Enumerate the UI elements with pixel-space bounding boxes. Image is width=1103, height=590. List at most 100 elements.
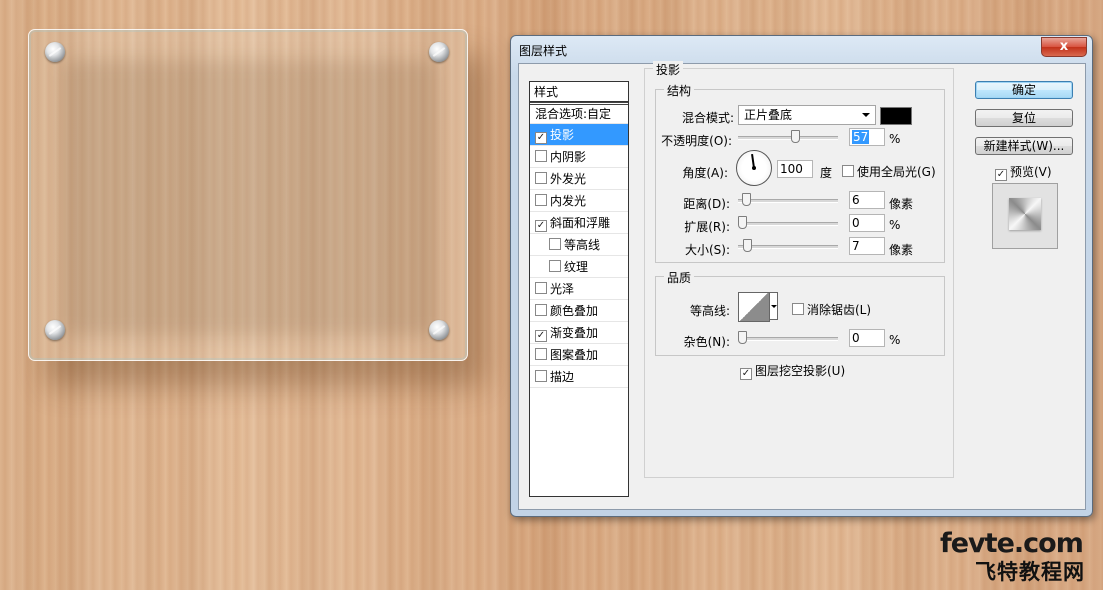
- ok-button[interactable]: 确定: [975, 81, 1073, 99]
- distance-unit: 像素: [889, 197, 914, 211]
- style-item[interactable]: 内发光: [530, 190, 628, 212]
- spread-input[interactable]: 0: [849, 214, 885, 232]
- noise-input[interactable]: 0: [849, 329, 885, 347]
- checkbox-unchecked-icon[interactable]: [535, 282, 547, 294]
- distance-input[interactable]: 6: [849, 191, 885, 209]
- size-label: 大小(S):: [684, 243, 730, 257]
- checkbox-unchecked-icon[interactable]: [535, 172, 547, 184]
- quality-group: 品质 等高线: 消除锯齿(L) 杂色(N): 0 %: [655, 269, 945, 356]
- style-item-label: 描边: [550, 370, 575, 384]
- style-item[interactable]: 等高线: [530, 234, 628, 256]
- blend-mode-value: 正片叠底: [744, 108, 793, 122]
- checkbox-unchecked-icon[interactable]: [535, 194, 547, 206]
- angle-center: [752, 166, 756, 170]
- preview-check-icon: ✓: [995, 169, 1007, 181]
- knockout-checkbox[interactable]: ✓ 图层挖空投影(U): [740, 362, 845, 380]
- checkbox-unchecked-icon[interactable]: [535, 150, 547, 162]
- opacity-input[interactable]: 57: [849, 128, 885, 146]
- dialog-title: 图层样式: [519, 44, 568, 58]
- structure-group: 结构 混合模式: 正片叠底 不透明度(O): 57 % 角度(A): 100 度…: [655, 82, 945, 263]
- global-light-checkbox[interactable]: 使用全局光(G): [842, 163, 936, 180]
- style-item-label: 图案叠加: [550, 348, 599, 362]
- style-item[interactable]: ✓ 斜面和浮雕: [530, 212, 628, 234]
- style-item-label: 斜面和浮雕: [550, 216, 611, 230]
- opacity-slider-thumb[interactable]: [791, 130, 800, 143]
- style-item[interactable]: ✓ 渐变叠加: [530, 322, 628, 344]
- checkbox-unchecked-icon[interactable]: [549, 238, 561, 250]
- style-item[interactable]: ✓ 投影: [530, 124, 628, 146]
- screw-bottom-right: [429, 320, 449, 340]
- glass-inner-shadow: [63, 60, 435, 336]
- size-slider-thumb[interactable]: [743, 239, 752, 252]
- antialias-checkbox[interactable]: 消除锯齿(L): [792, 301, 871, 318]
- angle-input[interactable]: 100: [777, 160, 813, 178]
- drop-shadow-title: 投影: [653, 61, 684, 78]
- spread-label: 扩展(R):: [684, 220, 730, 234]
- style-item[interactable]: 描边: [530, 366, 628, 388]
- style-preview-thumbnail: [992, 183, 1058, 249]
- style-item[interactable]: 纹理: [530, 256, 628, 278]
- size-input[interactable]: 7: [849, 237, 885, 255]
- chevron-down-icon: [862, 113, 870, 117]
- contour-dropdown-button[interactable]: [769, 292, 778, 320]
- checkbox-unchecked-icon[interactable]: [535, 304, 547, 316]
- angle-label: 角度(A):: [682, 166, 728, 180]
- watermark-domain: fevte.com: [940, 528, 1084, 559]
- new-style-button[interactable]: 新建样式(W)...: [975, 137, 1073, 155]
- noise-slider-thumb[interactable]: [738, 331, 747, 344]
- size-unit: 像素: [889, 243, 914, 257]
- blending-options-item[interactable]: 混合选项:自定: [530, 102, 628, 124]
- style-item[interactable]: 内阴影: [530, 146, 628, 168]
- style-item-label: 投影: [550, 128, 575, 142]
- style-item-label: 内发光: [550, 194, 587, 208]
- preview-label: 预览(V): [1010, 165, 1052, 179]
- opacity-slider-track[interactable]: [738, 136, 838, 140]
- style-item[interactable]: 颜色叠加: [530, 300, 628, 322]
- antialias-check-icon: [792, 303, 804, 315]
- checkbox-unchecked-icon[interactable]: [549, 260, 561, 272]
- distance-slider-thumb[interactable]: [742, 193, 751, 206]
- close-button[interactable]: x: [1041, 37, 1087, 57]
- style-item-label: 等高线: [564, 238, 601, 252]
- global-light-label: 使用全局光(G): [857, 165, 936, 179]
- layer-style-dialog: 图层样式 x 样式 混合选项:自定 ✓ 投影 内阴影 外发光 内发光 ✓ 斜面和浮雕 等高线纹…: [510, 35, 1093, 517]
- noise-unit: %: [889, 333, 901, 347]
- checkbox-checked-icon[interactable]: ✓: [535, 330, 547, 342]
- angle-dial[interactable]: [736, 150, 772, 186]
- blend-mode-label: 混合模式:: [681, 111, 734, 125]
- spread-slider-thumb[interactable]: [738, 216, 747, 229]
- preview-checkbox[interactable]: ✓ 预览(V): [995, 163, 1052, 181]
- checkbox-checked-icon[interactable]: ✓: [535, 132, 547, 144]
- dialog-titlebar[interactable]: 图层样式 x: [511, 36, 1092, 62]
- spread-unit: %: [889, 218, 901, 232]
- styles-list: 样式 混合选项:自定 ✓ 投影 内阴影 外发光 内发光 ✓ 斜面和浮雕 等高线 纹理 光泽 颜色叠加…: [529, 81, 629, 497]
- knockout-check-icon: ✓: [740, 368, 752, 380]
- dialog-client-area: 样式 混合选项:自定 ✓ 投影 内阴影 外发光 内发光 ✓ 斜面和浮雕 等高线 纹理 光泽 颜色叠加…: [518, 61, 1086, 510]
- noise-slider-track[interactable]: [738, 337, 838, 341]
- drop-shadow-group: 投影 结构 混合模式: 正片叠底 不透明度(O): 57 % 角度(A): 10…: [644, 61, 954, 478]
- style-item-label: 颜色叠加: [550, 304, 599, 318]
- spread-slider-track[interactable]: [738, 222, 838, 226]
- contour-picker[interactable]: [738, 292, 770, 322]
- checkbox-unchecked-icon[interactable]: [535, 348, 547, 360]
- style-item-label: 外发光: [550, 172, 587, 186]
- distance-slider-track[interactable]: [738, 199, 838, 203]
- style-item[interactable]: 外发光: [530, 168, 628, 190]
- watermark-site-name: 飞特教程网: [975, 560, 1085, 584]
- checkbox-checked-icon[interactable]: ✓: [535, 220, 547, 232]
- style-item[interactable]: 图案叠加: [530, 344, 628, 366]
- global-light-check-icon: [842, 165, 854, 177]
- styles-list-header[interactable]: 样式: [530, 82, 628, 102]
- glass-plate: [28, 29, 468, 361]
- opacity-unit: %: [889, 132, 901, 146]
- style-item-label: 纹理: [564, 260, 589, 274]
- shadow-color-swatch[interactable]: [880, 107, 912, 125]
- style-item[interactable]: 光泽: [530, 278, 628, 300]
- size-slider-track[interactable]: [738, 245, 838, 249]
- screw-top-right: [429, 42, 449, 62]
- noise-label: 杂色(N):: [683, 335, 730, 349]
- reset-button[interactable]: 复位: [975, 109, 1073, 127]
- knockout-label: 图层挖空投影(U): [755, 364, 846, 378]
- checkbox-unchecked-icon[interactable]: [535, 370, 547, 382]
- blend-mode-select[interactable]: 正片叠底: [738, 105, 876, 125]
